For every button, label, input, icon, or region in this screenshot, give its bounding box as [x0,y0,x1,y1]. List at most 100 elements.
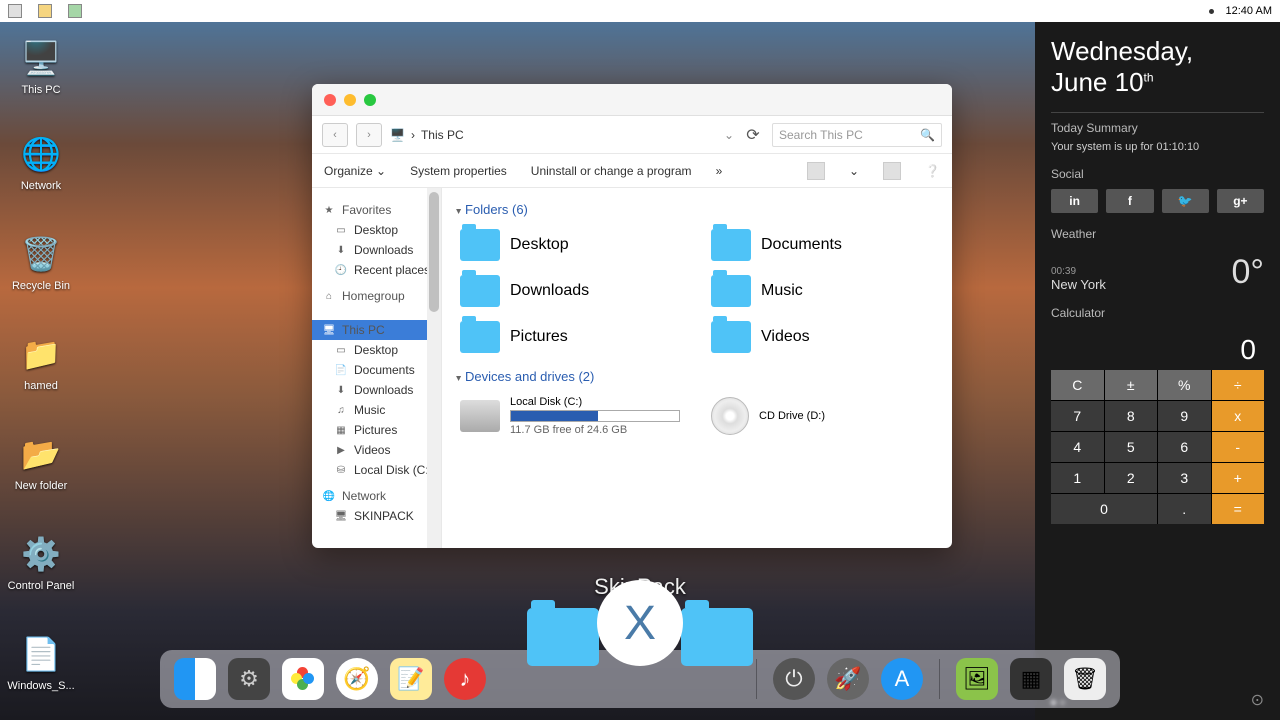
nav-item[interactable]: 📄Documents [312,360,441,380]
calc-key-8[interactable]: 8 [1105,401,1158,431]
maximize-icon[interactable] [364,94,376,106]
desktop-icon-thispc[interactable]: 🖥️This PC [6,34,76,96]
start-icon[interactable] [8,4,22,18]
notes-icon[interactable]: 📝 [390,658,432,700]
folder-desktop[interactable]: Desktop [456,225,687,265]
settings-icon[interactable]: ⚙ [228,658,270,700]
organize-button[interactable]: Organize ⌄ [324,164,386,178]
taskview-icon[interactable]: ▦ [1010,658,1052,700]
calc-key-9[interactable]: 9 [1158,401,1211,431]
calc-key-x[interactable]: x [1212,401,1265,431]
launchpad-icon[interactable]: 🚀 [827,658,869,700]
dock-logo-icon[interactable]: X [597,580,683,666]
pc-icon: 🖥️ [390,128,405,142]
nav-homegroup[interactable]: ⌂Homegroup [312,286,441,306]
calc-key-÷[interactable]: ÷ [1212,370,1265,400]
chevron-down-icon[interactable]: ⌄ [724,128,734,142]
desktop-icon-userfolder[interactable]: 📁hamed [6,330,76,392]
nav-item[interactable]: ⬇Downloads [312,380,441,400]
calc-key-±[interactable]: ± [1105,370,1158,400]
window-titlebar[interactable] [312,84,952,116]
calc-key-C[interactable]: C [1051,370,1104,400]
calc-key-4[interactable]: 4 [1051,432,1104,462]
nav-item[interactable]: ▦Pictures [312,420,441,440]
nav-item[interactable]: ♫Music [312,400,441,420]
desktop-icon-network[interactable]: 🌐Network [6,130,76,192]
refresh-button[interactable]: ⟳ [742,125,764,145]
folder-documents[interactable]: Documents [707,225,938,265]
music-icon[interactable]: ♪ [444,658,486,700]
uninstall-button[interactable]: Uninstall or change a program [531,164,692,178]
nav-item[interactable]: ▭Desktop [312,220,441,240]
appstore-icon[interactable]: A [881,658,923,700]
system-properties-button[interactable]: System properties [410,164,507,178]
breadcrumb[interactable]: 🖥️ › This PC ⌄ [390,128,734,142]
overflow-icon[interactable]: » [716,164,723,178]
finder-icon[interactable] [174,658,216,700]
preview-pane-icon[interactable] [883,162,901,180]
nav-item[interactable]: 🕘Recent places [312,260,441,280]
nav-item[interactable]: ▶Videos [312,440,441,460]
social-label: Social [1051,167,1264,181]
app-task-icon[interactable] [68,4,82,18]
folder-downloads[interactable]: Downloads [456,271,687,311]
calc-key-%[interactable]: % [1158,370,1211,400]
more-icon[interactable]: ⊙ [1251,690,1264,710]
help-icon[interactable]: ❔ [925,164,940,178]
clock[interactable]: 12:40 AM [1226,5,1272,17]
drive-cd-d[interactable]: CD Drive (D:) [707,392,938,440]
calc-key-3[interactable]: 3 [1158,463,1211,493]
forward-button[interactable]: › [356,123,382,147]
folder-pictures[interactable]: Pictures [456,317,687,357]
drives-header[interactable]: Devices and drives (2) [456,369,938,384]
dock-folder-left[interactable] [527,608,599,666]
safari-icon[interactable]: 🧭 [336,658,378,700]
calc-key-5[interactable]: 5 [1105,432,1158,462]
facebook-button[interactable]: f [1106,189,1153,213]
calc-key-.[interactable]: . [1158,494,1211,524]
power-icon[interactable]: ⏻ [773,658,815,700]
nav-network[interactable]: 🌐Network [312,486,441,506]
explorer-task-icon[interactable] [38,4,52,18]
folders-header[interactable]: Folders (6) [456,202,938,217]
twitter-button[interactable]: 🐦 [1162,189,1209,213]
trash-icon[interactable]: 🗑 [1064,658,1106,700]
chevron-down-icon[interactable]: ⌄ [849,164,859,178]
calc-key-6[interactable]: 6 [1158,432,1211,462]
calc-key-+[interactable]: + [1212,463,1265,493]
scrollbar[interactable] [427,188,441,548]
back-button[interactable]: ‹ [322,123,348,147]
calc-key-0[interactable]: 0 [1051,494,1157,524]
nav-item[interactable]: ▭Desktop [312,340,441,360]
calc-key--[interactable]: - [1212,432,1265,462]
calc-key-7[interactable]: 7 [1051,401,1104,431]
nav-item[interactable]: 🖥SKINPACK [312,506,441,526]
linkedin-button[interactable]: in [1051,189,1098,213]
uptime-text: Your system is up for 01:10:10 [1051,141,1264,153]
calc-key-1[interactable]: 1 [1051,463,1104,493]
search-input[interactable]: Search This PC 🔍 [772,123,942,147]
weather-widget[interactable]: 00:39 New York 0° [1051,253,1264,292]
desktop-icon-newfolder[interactable]: 📂New folder [6,430,76,492]
desktop-icon-controlpanel[interactable]: ⚙️Control Panel [6,530,76,592]
calc-key-2[interactable]: 2 [1105,463,1158,493]
desktop-icon-recyclebin[interactable]: 🗑️Recycle Bin [6,230,76,292]
calc-key-=[interactable]: = [1212,494,1265,524]
minimize-icon[interactable] [344,94,356,106]
view-options-icon[interactable] [807,162,825,180]
nav-item[interactable]: ⬇Downloads [312,240,441,260]
photos-icon[interactable] [282,658,324,700]
close-icon[interactable] [324,94,336,106]
googleplus-button[interactable]: g+ [1217,189,1264,213]
folder-videos[interactable]: Videos [707,317,938,357]
nav-favorites[interactable]: ★Favorites [312,200,441,220]
folder-music[interactable]: Music [707,271,938,311]
desktop-icon-shortcut[interactable]: 📄Windows_S... [6,630,76,692]
nav-item[interactable]: ⛁Local Disk (C:) [312,460,441,480]
calc-label: Calculator [1051,306,1264,320]
nav-thispc[interactable]: 🖥This PC [312,320,441,340]
pc-icon: 🖥 [322,324,336,336]
drive-local-c[interactable]: Local Disk (C:) 11.7 GB free of 24.6 GB [456,392,687,440]
picture-icon[interactable]: 🖼 [956,658,998,700]
dock-folder-right[interactable] [681,608,753,666]
